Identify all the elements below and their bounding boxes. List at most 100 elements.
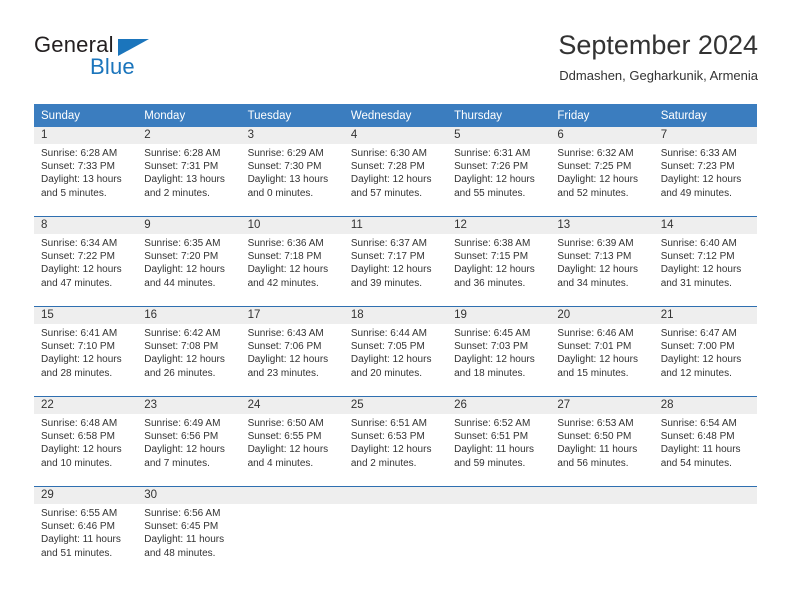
daylight-text-line2: and 28 minutes.	[41, 367, 113, 379]
day-cell[interactable]: 18 Sunrise: 6:44 AM Sunset: 7:05 PM Dayligh…	[343, 306, 448, 397]
day-cell[interactable]: 16 Sunrise: 6:42 AM Sunset: 7:08 PM Dayligh…	[137, 306, 241, 397]
sunrise-text: Sunrise: 6:29 AM	[247, 148, 324, 159]
sunset-text: Sunset: 7:03 PM	[454, 341, 529, 353]
day-details: Sunrise: 6:31 AM Sunset: 7:26 PM Daylight:…	[447, 144, 550, 200]
daylight-text-line2: and 31 minutes.	[660, 277, 732, 289]
daylight-text-line1: Daylight: 12 hours	[454, 354, 535, 366]
day-cell[interactable]: 6 Sunrise: 6:32 AM Sunset: 7:25 PM Daylight…	[550, 127, 654, 217]
daylight-text-line1: Daylight: 12 hours	[247, 264, 329, 276]
daylight-text-line2: and 20 minutes.	[350, 367, 423, 379]
day-details: Sunrise: 6:43 AM Sunset: 7:06 PM Daylight:…	[241, 324, 344, 380]
day-cell[interactable]: 13 Sunrise: 6:39 AM Sunset: 7:13 PM Dayligh…	[550, 216, 654, 307]
page-header: General Blue September 2024 Ddmashen, Ge…	[34, 28, 758, 96]
day-cell[interactable]: 28 Sunrise: 6:54 AM Sunset: 6:48 PM Dayligh…	[653, 396, 757, 487]
day-cell[interactable]: 15 Sunrise: 6:41 AM Sunset: 7:10 PM Dayligh…	[34, 306, 138, 397]
calendar-body: 1 Sunrise: 6:28 AM Sunset: 7:33 PM Daylight…	[34, 127, 757, 576]
day-cell[interactable]: 29 Sunrise: 6:55 AM Sunset: 6:46 PM Dayligh…	[34, 486, 138, 576]
day-number	[447, 487, 551, 504]
sunset-text: Sunset: 6:53 PM	[350, 431, 425, 443]
daylight-text-line1: Daylight: 11 hours	[144, 534, 225, 546]
sunrise-text: Sunrise: 6:51 AM	[350, 418, 427, 429]
day-cell[interactable]: 8 Sunrise: 6:34 AM Sunset: 7:22 PM Daylight…	[34, 216, 138, 307]
daylight-text-line1: Daylight: 12 hours	[454, 174, 535, 186]
sunset-text: Sunset: 7:28 PM	[350, 161, 425, 173]
daylight-text-line2: and 26 minutes.	[144, 367, 216, 379]
day-cell[interactable]: 19 Sunrise: 6:45 AM Sunset: 7:03 PM Dayligh…	[447, 306, 551, 397]
daylight-text-line2: and 34 minutes.	[557, 277, 629, 289]
daylight-text-line1: Daylight: 12 hours	[350, 444, 432, 456]
sunset-text: Sunset: 6:51 PM	[454, 431, 529, 443]
sunset-text: Sunset: 6:46 PM	[41, 521, 115, 533]
daylight-text-line1: Daylight: 12 hours	[247, 444, 329, 456]
day-cell[interactable]: 2 Sunrise: 6:28 AM Sunset: 7:31 PM Daylight…	[137, 127, 241, 217]
day-number: 9	[137, 217, 241, 234]
daylight-text-line2: and 56 minutes.	[557, 457, 629, 469]
day-cell[interactable]: 10 Sunrise: 6:36 AM Sunset: 7:18 PM Dayligh…	[240, 216, 344, 307]
day-details: Sunrise: 6:32 AM Sunset: 7:25 PM Daylight:…	[550, 144, 653, 200]
daylight-text-line2: and 4 minutes.	[247, 457, 314, 469]
day-cell[interactable]: 5 Sunrise: 6:31 AM Sunset: 7:26 PM Daylight…	[447, 127, 551, 217]
day-number: 7	[653, 127, 757, 144]
day-cell[interactable]: 20 Sunrise: 6:46 AM Sunset: 7:01 PM Dayligh…	[550, 306, 654, 397]
brand-logo[interactable]: General Blue	[34, 32, 214, 88]
day-details: Sunrise: 6:39 AM Sunset: 7:13 PM Daylight:…	[550, 234, 653, 290]
day-number: 15	[34, 307, 138, 324]
sunset-text: Sunset: 7:26 PM	[454, 161, 529, 173]
day-details: Sunrise: 6:35 AM Sunset: 7:20 PM Daylight:…	[137, 234, 240, 290]
day-number: 27	[550, 397, 654, 414]
day-number: 29	[34, 487, 138, 504]
sunset-text: Sunset: 7:25 PM	[557, 161, 632, 173]
daylight-text-line1: Daylight: 12 hours	[454, 264, 535, 276]
day-cell-empty	[550, 486, 654, 576]
week-row: 1 Sunrise: 6:28 AM Sunset: 7:33 PM Daylight…	[34, 127, 757, 217]
day-cell[interactable]: 9 Sunrise: 6:35 AM Sunset: 7:20 PM Daylight…	[137, 216, 241, 307]
sunset-text: Sunset: 6:45 PM	[144, 521, 219, 533]
day-cell[interactable]: 3 Sunrise: 6:29 AM Sunset: 7:30 PM Daylight…	[240, 127, 344, 217]
daylight-text-line1: Daylight: 12 hours	[41, 354, 122, 366]
daylight-text-line1: Daylight: 12 hours	[41, 264, 122, 276]
day-cell[interactable]: 7 Sunrise: 6:33 AM Sunset: 7:23 PM Daylight…	[653, 127, 757, 217]
sunrise-text: Sunrise: 6:28 AM	[144, 148, 221, 159]
day-details: Sunrise: 6:28 AM Sunset: 7:31 PM Daylight:…	[137, 144, 240, 200]
day-cell[interactable]: 17 Sunrise: 6:43 AM Sunset: 7:06 PM Dayligh…	[240, 306, 344, 397]
day-cell[interactable]: 30 Sunrise: 6:56 AM Sunset: 6:45 PM Dayligh…	[137, 486, 241, 576]
day-cell[interactable]: 22 Sunrise: 6:48 AM Sunset: 6:58 PM Dayligh…	[34, 396, 138, 487]
day-number: 4	[343, 127, 448, 144]
sunset-text: Sunset: 7:08 PM	[144, 341, 219, 353]
daylight-text-line1: Daylight: 13 hours	[247, 174, 329, 186]
daylight-text-line2: and 23 minutes.	[247, 367, 319, 379]
daylight-text-line2: and 42 minutes.	[247, 277, 319, 289]
day-cell-empty	[447, 486, 551, 576]
daylight-text-line1: Daylight: 12 hours	[144, 264, 225, 276]
sunrise-text: Sunrise: 6:31 AM	[454, 148, 531, 159]
daylight-text-line1: Daylight: 12 hours	[350, 354, 432, 366]
day-cell[interactable]: 23 Sunrise: 6:49 AM Sunset: 6:56 PM Dayligh…	[137, 396, 241, 487]
day-cell[interactable]: 25 Sunrise: 6:51 AM Sunset: 6:53 PM Dayligh…	[343, 396, 448, 487]
week-row: 29 Sunrise: 6:55 AM Sunset: 6:46 PM Dayligh…	[34, 486, 757, 576]
day-number: 25	[343, 397, 448, 414]
day-details: Sunrise: 6:30 AM Sunset: 7:28 PM Daylight:…	[344, 144, 447, 200]
day-number: 22	[34, 397, 138, 414]
day-cell[interactable]: 4 Sunrise: 6:30 AM Sunset: 7:28 PM Daylight…	[343, 127, 448, 217]
day-cell[interactable]: 14 Sunrise: 6:40 AM Sunset: 7:12 PM Dayligh…	[653, 216, 757, 307]
day-cell[interactable]: 21 Sunrise: 6:47 AM Sunset: 7:00 PM Dayligh…	[653, 306, 757, 397]
sunrise-text: Sunrise: 6:30 AM	[350, 148, 427, 159]
sunrise-text: Sunrise: 6:37 AM	[350, 238, 427, 249]
sunrise-text: Sunrise: 6:52 AM	[454, 418, 531, 429]
sunrise-text: Sunrise: 6:53 AM	[557, 418, 634, 429]
daylight-text-line1: Daylight: 12 hours	[660, 174, 742, 186]
day-number: 2	[137, 127, 241, 144]
day-number: 26	[447, 397, 551, 414]
day-details: Sunrise: 6:45 AM Sunset: 7:03 PM Daylight:…	[447, 324, 550, 380]
day-cell[interactable]: 1 Sunrise: 6:28 AM Sunset: 7:33 PM Daylight…	[34, 127, 138, 217]
day-details: Sunrise: 6:54 AM Sunset: 6:48 PM Daylight:…	[654, 414, 757, 470]
daylight-text-line1: Daylight: 11 hours	[557, 444, 638, 456]
day-cell[interactable]: 12 Sunrise: 6:38 AM Sunset: 7:15 PM Dayligh…	[447, 216, 551, 307]
day-cell[interactable]: 27 Sunrise: 6:53 AM Sunset: 6:50 PM Dayligh…	[550, 396, 654, 487]
day-number	[653, 487, 757, 504]
day-cell[interactable]: 24 Sunrise: 6:50 AM Sunset: 6:55 PM Dayligh…	[240, 396, 344, 487]
daylight-text-line2: and 59 minutes.	[454, 457, 526, 469]
day-cell[interactable]: 26 Sunrise: 6:52 AM Sunset: 6:51 PM Dayligh…	[447, 396, 551, 487]
day-details: Sunrise: 6:55 AM Sunset: 6:46 PM Daylight:…	[34, 504, 137, 560]
day-cell[interactable]: 11 Sunrise: 6:37 AM Sunset: 7:17 PM Dayligh…	[343, 216, 448, 307]
